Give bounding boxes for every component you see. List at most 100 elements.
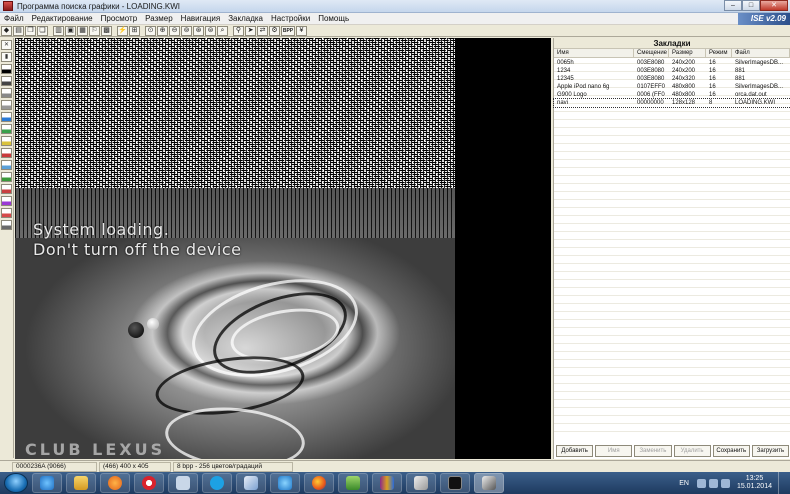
menu-navigation[interactable]: Навигация	[177, 14, 225, 23]
menu-view[interactable]: Просмотр	[97, 14, 142, 23]
zoom-icon[interactable]: ⊙	[145, 25, 156, 36]
mode-32bpp-icon[interactable]	[1, 184, 12, 194]
rename-button[interactable]: Имя	[595, 445, 633, 457]
title-bar: Программа поиска графики - LOADING.KWI –…	[0, 0, 790, 13]
table-row[interactable]: 0065h 003E8080 240x200 16 SilverImagesDB…	[554, 59, 790, 67]
export-icon[interactable]: ▥	[53, 25, 64, 36]
taskbar-app[interactable]	[168, 473, 198, 493]
column-offset[interactable]: Смещение	[634, 49, 669, 57]
maximize-button[interactable]: □	[742, 0, 760, 11]
table-row[interactable]: Apple iPod nano 6g 0107EFF0 480x800 16 S…	[554, 83, 790, 91]
tray-network-icon[interactable]	[708, 478, 718, 488]
taskbar-chart[interactable]	[338, 473, 368, 493]
find-icon[interactable]: ⚲	[233, 25, 244, 36]
mode-green-icon[interactable]	[1, 124, 12, 134]
taskbar-paint[interactable]	[236, 473, 266, 493]
status-offset: 0000236A (9066)	[12, 461, 97, 472]
yen-button[interactable]: ¥	[296, 25, 307, 36]
pointer-icon[interactable]: ▮	[1, 52, 12, 62]
save-icon[interactable]: ▤	[13, 25, 24, 36]
taskbar-cmd[interactable]	[440, 473, 470, 493]
search-icon[interactable]: ⌕	[217, 25, 228, 36]
mode-24bpp-icon[interactable]	[1, 172, 12, 182]
load-button[interactable]: Загрузить	[751, 445, 790, 457]
cell-size: 480x800	[672, 84, 696, 90]
taskbar-opera[interactable]	[134, 473, 164, 493]
menu-file[interactable]: Файл	[0, 14, 28, 23]
column-size[interactable]: Размер	[669, 49, 706, 57]
mode-16bpp-icon[interactable]	[1, 160, 12, 170]
clock[interactable]: 13:25 15.01.2014	[737, 475, 772, 491]
cell-offset: 003E8080	[637, 76, 665, 82]
wand-icon[interactable]: ⚡	[117, 25, 128, 36]
taskbar-firefox[interactable]	[304, 473, 334, 493]
arrow-icon[interactable]: ➤	[245, 25, 256, 36]
close-button[interactable]: ✕	[760, 0, 788, 11]
column-file[interactable]: Файл	[732, 49, 790, 57]
mode-blue-icon[interactable]	[1, 112, 12, 122]
taskbar-media[interactable]	[100, 473, 130, 493]
table-row[interactable]: 12345 003E8080 240x320 16 881	[554, 75, 790, 83]
taskbar-tool[interactable]	[406, 473, 436, 493]
column-mode[interactable]: Режим	[706, 49, 732, 57]
taskbar-ie[interactable]	[32, 473, 62, 493]
status-dimensions: (466) 400 x 405	[99, 461, 171, 472]
show-desktop-button[interactable]	[778, 472, 786, 494]
image-canvas[interactable]: System loading. Don't turn off the devic…	[15, 38, 455, 459]
zoom-next-icon[interactable]: ⊜	[205, 25, 216, 36]
mode-yellow-icon[interactable]	[1, 136, 12, 146]
zoom-fit-icon[interactable]: ⊚	[181, 25, 192, 36]
bpp-button[interactable]: BPP	[281, 25, 295, 36]
mode-red-icon[interactable]	[1, 148, 12, 158]
mode-bgr-icon[interactable]	[1, 208, 12, 218]
add-button[interactable]: Добавить	[556, 445, 594, 457]
screen-icon[interactable]: ▣	[65, 25, 76, 36]
start-button[interactable]	[4, 473, 28, 493]
replace-button[interactable]: Заменить	[634, 445, 672, 457]
menu-bookmark[interactable]: Закладка	[224, 14, 267, 23]
delete-button[interactable]: Удалить	[673, 445, 711, 457]
cross-icon[interactable]: ✕	[1, 40, 12, 50]
tray-volume-icon[interactable]	[720, 478, 730, 488]
language-indicator[interactable]: EN	[679, 480, 689, 487]
cell-name: 1234	[557, 68, 571, 74]
zoom-in-icon[interactable]: ⊕	[157, 25, 168, 36]
mode-rgb-icon[interactable]	[1, 196, 12, 206]
open-icon[interactable]: ◆	[1, 25, 12, 36]
zoom-out-icon[interactable]: ⊖	[169, 25, 180, 36]
settings-icon[interactable]: ⚙	[269, 25, 280, 36]
menu-edit[interactable]: Редактирование	[28, 14, 97, 23]
taskbar-ise[interactable]	[474, 473, 504, 493]
mode-8bpp-icon[interactable]	[1, 100, 12, 110]
palette-icon[interactable]: ▩	[101, 25, 112, 36]
cell-name: navi	[557, 100, 569, 106]
menu-help[interactable]: Помощь	[314, 14, 353, 23]
menu-settings[interactable]: Настройки	[267, 14, 314, 23]
mode-4bpp-icon[interactable]	[1, 88, 12, 98]
menu-size[interactable]: Размер	[141, 14, 177, 23]
bookmark-icon[interactable]: ⚐	[89, 25, 100, 36]
mode-2bpp-icon[interactable]	[1, 76, 12, 86]
mode-1bpp-icon[interactable]	[1, 64, 12, 74]
taskbar-ie2[interactable]	[270, 473, 300, 493]
cell-size: 240x200	[672, 60, 696, 66]
table-row[interactable]: G900 Logo 0006 (FF0 480x800 16 orca.dat.…	[554, 91, 790, 99]
paint-icon	[244, 476, 258, 490]
paste-icon[interactable]: ❏	[37, 25, 48, 36]
taskbar-explorer[interactable]	[66, 473, 96, 493]
window-icon	[176, 476, 190, 490]
grid-icon[interactable]: ⊞	[129, 25, 140, 36]
tray-arrow-icon[interactable]	[696, 478, 706, 488]
zoom-prev-icon[interactable]: ⊛	[193, 25, 204, 36]
copy-icon[interactable]: ❐	[25, 25, 36, 36]
taskbar-winrar[interactable]	[372, 473, 402, 493]
taskbar-skype[interactable]	[202, 473, 232, 493]
table-row-selected[interactable]: navi 00000000 128x128 8 LOADING.KWI	[553, 98, 790, 108]
save-button[interactable]: Сохранить	[712, 445, 750, 457]
column-name[interactable]: Имя	[554, 49, 634, 57]
swap-icon[interactable]: ⇄	[257, 25, 268, 36]
print-icon[interactable]: ▦	[77, 25, 88, 36]
minimize-button[interactable]: –	[724, 0, 742, 11]
table-row[interactable]: 1234 003E8080 240x200 16 881	[554, 67, 790, 75]
mode-gray-icon[interactable]	[1, 220, 12, 230]
